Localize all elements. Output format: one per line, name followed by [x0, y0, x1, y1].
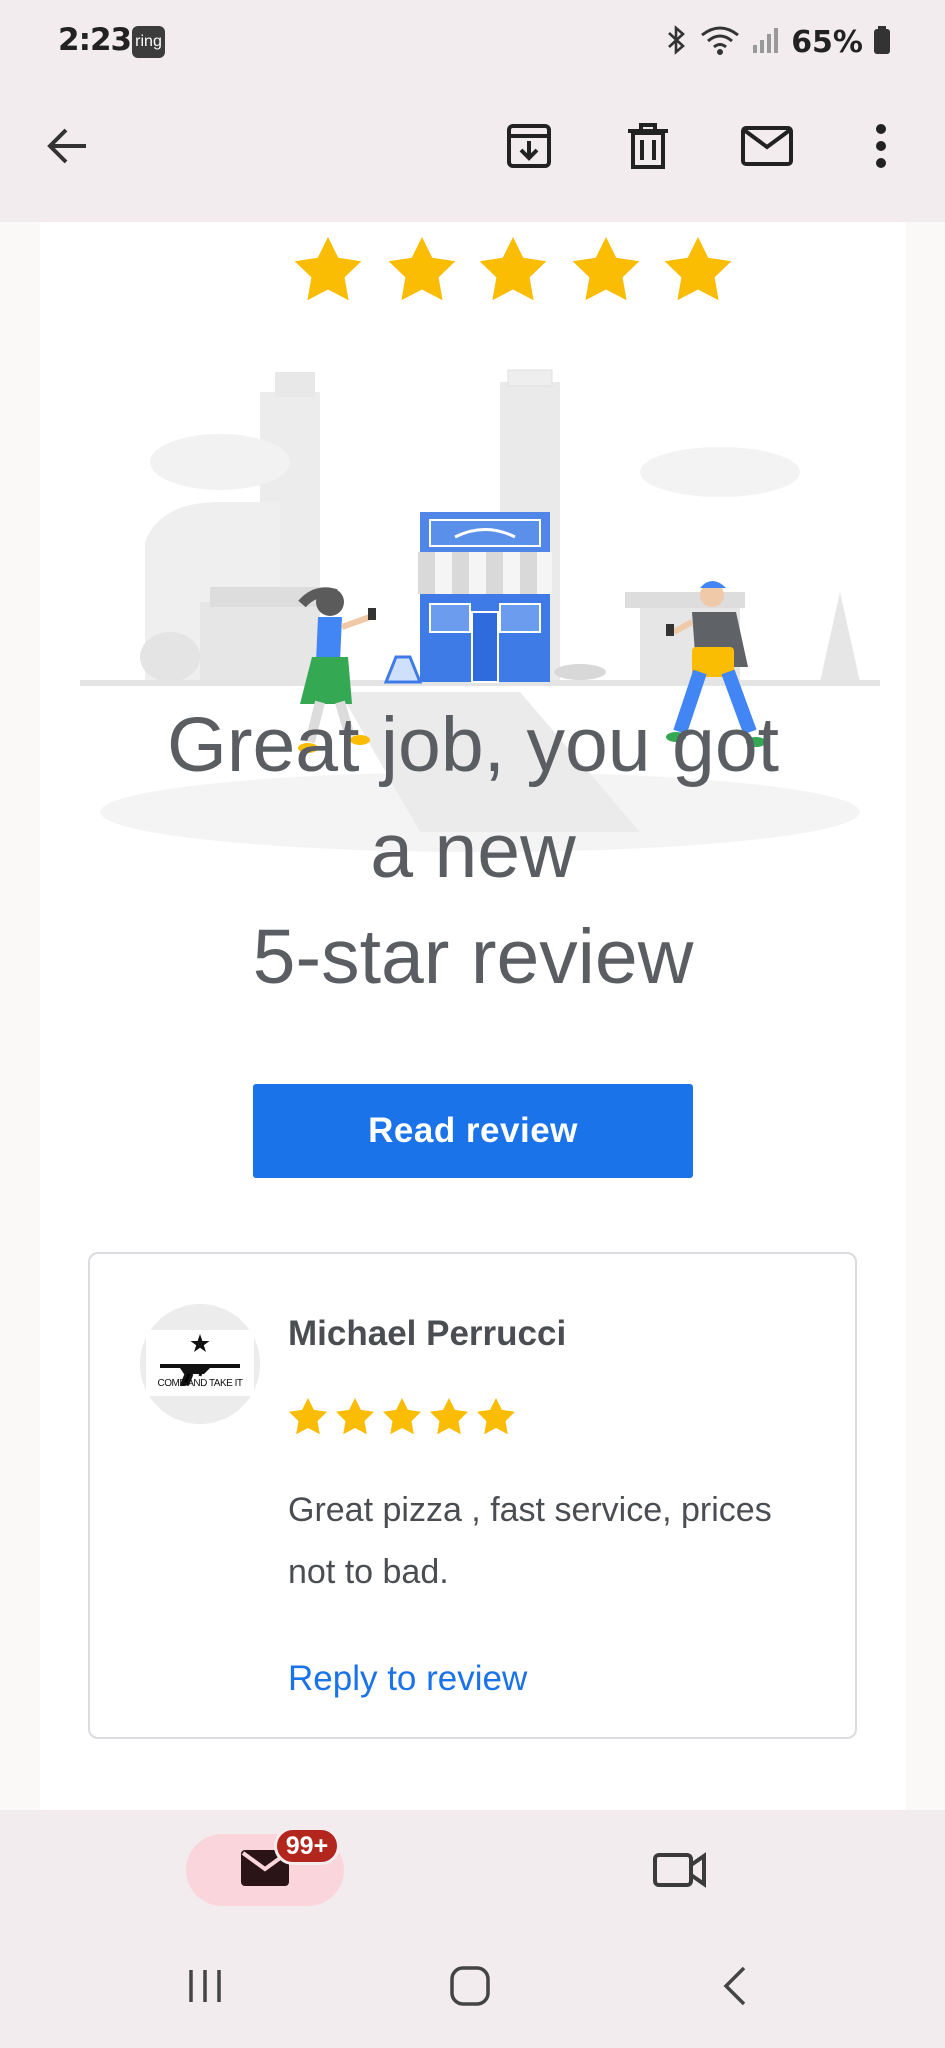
avatar-caption: COME AND TAKE IT	[157, 1378, 243, 1389]
bluetooth-icon	[663, 24, 689, 60]
review-card: COME AND TAKE IT Michael Perrucci Great …	[88, 1252, 857, 1739]
email-headline: Great job, you got a new 5-star review	[80, 692, 866, 1010]
star-icon	[336, 1398, 374, 1435]
back-button[interactable]	[36, 116, 100, 180]
delete-icon	[626, 122, 670, 175]
mark-unread-button[interactable]	[735, 116, 799, 180]
more-vert-icon	[874, 123, 888, 174]
unread-count-badge: 99+	[274, 1827, 340, 1865]
home-icon	[448, 1964, 492, 2013]
recent-apps-button[interactable]	[170, 1958, 240, 2018]
star-icon	[294, 237, 362, 301]
bottom-navigation: 99+	[0, 1810, 945, 1928]
more-options-button[interactable]	[849, 116, 913, 180]
chevron-left-icon	[720, 1964, 750, 2013]
home-button[interactable]	[435, 1958, 505, 2018]
star-icon	[477, 1398, 515, 1435]
back-arrow-icon	[46, 126, 90, 171]
read-review-button[interactable]: Read review	[253, 1084, 693, 1178]
star-icon	[383, 1398, 421, 1435]
reviewer-avatar: COME AND TAKE IT	[140, 1304, 260, 1424]
star-icon	[664, 237, 732, 301]
system-navigation-bar	[0, 1928, 945, 2048]
video-camera-icon	[652, 1850, 708, 1895]
delete-button[interactable]	[616, 116, 680, 180]
meet-tab[interactable]	[648, 1840, 712, 1904]
star-icon	[572, 237, 640, 301]
five-star-rating	[288, 232, 738, 312]
archive-icon	[505, 122, 553, 175]
headline-line: a new	[370, 808, 576, 894]
review-text: Great pizza , fast service, prices not t…	[288, 1491, 772, 1591]
review-rating-stars	[286, 1392, 526, 1442]
reviewer-name: Michael Perrucci	[288, 1314, 567, 1353]
signal-icon	[751, 25, 781, 60]
email-card: Great job, you got a new 5-star review R…	[40, 222, 906, 1810]
recent-apps-icon	[185, 1966, 225, 2011]
wifi-icon	[699, 24, 741, 61]
ring-app-icon: ring	[132, 26, 165, 58]
status-bar: 2:23 ring 65%	[0, 0, 945, 86]
headline-line: 5-star review	[252, 914, 694, 1000]
battery-icon	[873, 25, 891, 60]
star-icon	[289, 1398, 327, 1435]
star-icon	[388, 237, 456, 301]
headline-line: Great job, you got	[166, 702, 780, 788]
mark-unread-icon	[741, 125, 793, 171]
archive-button[interactable]	[497, 116, 561, 180]
status-icons: 65%	[663, 24, 891, 60]
email-body[interactable]: Great job, you got a new 5-star review R…	[0, 222, 945, 1810]
star-icon	[479, 237, 547, 301]
star-icon	[430, 1398, 468, 1435]
email-toolbar	[0, 86, 945, 222]
reply-to-review-link[interactable]: Reply to review	[288, 1659, 527, 1699]
battery-percent: 65%	[791, 24, 863, 60]
status-time: 2:23	[58, 22, 132, 58]
system-back-button[interactable]	[700, 1958, 770, 2018]
